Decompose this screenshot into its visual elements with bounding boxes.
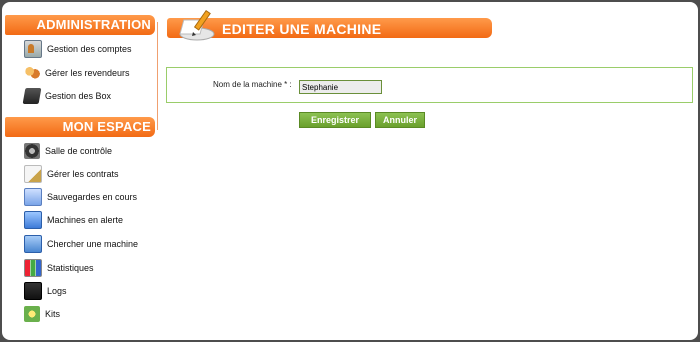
app-window: ADMINISTRATION Gestion des comptes Gérer… [2,2,698,340]
cancel-button[interactable]: Annuler [375,112,425,128]
sidebar-item-chercher-machine[interactable]: Chercher une machine [24,235,138,253]
box-icon [22,88,42,104]
sidebar-item-label: Machines en alerte [47,215,124,225]
resellers-icon [24,65,40,81]
kits-icon [24,306,40,322]
sidebar-item-label: Kits [45,309,61,319]
administration-header: ADMINISTRATION [5,15,155,35]
sidebar-item-contrats[interactable]: Gérer les contrats [24,165,119,183]
logs-icon [24,282,42,300]
sidebar-item-label: Salle de contrôle [45,146,113,156]
page-title: EDITER UNE MACHINE [222,21,382,37]
search-machine-icon [24,235,42,253]
sidebar-item-label: Gérer les revendeurs [45,68,130,78]
machine-name-label: Nom de la machine * : [213,80,292,89]
mon-espace-header: MON ESPACE [5,117,155,137]
alert-machines-icon [24,211,42,229]
sidebar: ADMINISTRATION Gestion des comptes Gérer… [2,2,162,340]
save-button[interactable]: Enregistrer [299,112,371,128]
sidebar-item-logs[interactable]: Logs [24,282,67,300]
sidebar-item-gestion-comptes[interactable]: Gestion des comptes [24,40,132,58]
sidebar-item-sauvegardes[interactable]: Sauvegardes en cours [24,188,137,206]
sidebar-item-salle-controle[interactable]: Salle de contrôle [24,142,112,160]
control-room-icon [24,143,40,159]
sidebar-item-revendeurs[interactable]: Gérer les revendeurs [24,64,130,82]
sidebar-item-label: Gérer les contrats [47,169,119,179]
sidebar-item-label: Gestion des Box [45,91,112,101]
machine-name-input[interactable] [299,80,382,94]
edit-pencil-icon [179,9,215,41]
sidebar-item-label: Statistiques [47,263,94,273]
sidebar-item-machines-alerte[interactable]: Machines en alerte [24,211,123,229]
main-content: EDITER UNE MACHINE Nom de la machine * :… [162,2,698,340]
backups-icon [24,188,42,206]
sidebar-item-label: Chercher une machine [47,239,139,249]
accounts-icon [24,40,42,58]
sidebar-item-label: Logs [47,286,67,296]
statistics-icon [24,259,42,277]
sidebar-item-label: Gestion des comptes [47,44,132,54]
contracts-icon [24,165,42,183]
sidebar-item-label: Sauvegardes en cours [47,192,138,202]
sidebar-item-box[interactable]: Gestion des Box [22,87,112,105]
sidebar-divider [157,22,158,130]
sidebar-item-statistiques[interactable]: Statistiques [24,259,94,277]
sidebar-item-kits[interactable]: Kits [24,305,60,323]
